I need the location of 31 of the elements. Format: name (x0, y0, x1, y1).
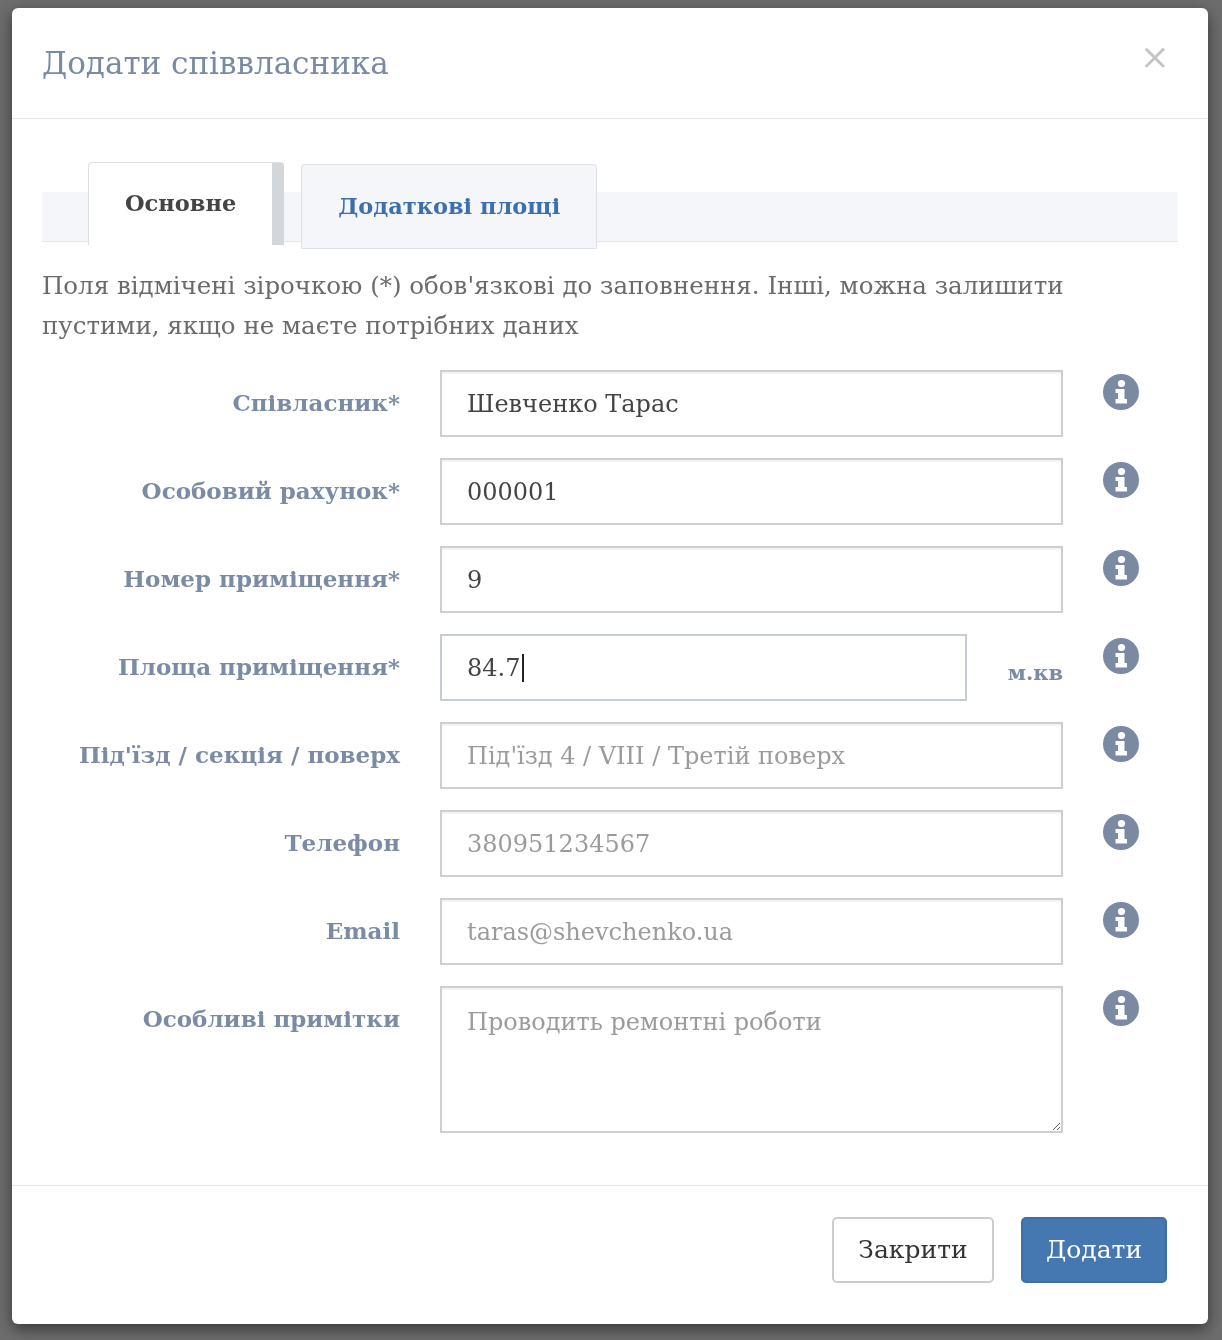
info-icon[interactable] (1103, 462, 1139, 498)
info-icon[interactable] (1103, 990, 1139, 1026)
field-label: Особовий рахунок* (141, 476, 400, 507)
required-fields-note: Поля відмічені зірочкою (*) обов'язкові до заповнення. Інші, можна залишити пустими, якщо не маєте потрібних даних (42, 270, 1065, 342)
field-label: Телефон (284, 828, 400, 859)
tab[interactable]: Додаткові площі (301, 164, 598, 249)
field-label: Співласник* (232, 388, 400, 419)
info-icon[interactable] (1103, 550, 1139, 586)
info-icon[interactable] (1103, 726, 1139, 762)
submit-button[interactable]: Додати (1021, 1217, 1167, 1283)
field-label: Особливі примітки (142, 1004, 400, 1035)
input-field[interactable]: Шевченко Тарас (440, 370, 1063, 437)
info-icon[interactable] (1103, 374, 1139, 410)
input-field[interactable]: Під'їзд 4 / VIII / Третій поверх (440, 722, 1063, 789)
input-field[interactable]: 9 (440, 546, 1063, 613)
info-icon[interactable] (1103, 902, 1139, 938)
field-label: Email (325, 916, 400, 947)
field-label: Площа приміщення* (118, 652, 400, 683)
notes-field[interactable]: Проводить ремонтні роботи (440, 986, 1063, 1133)
tab[interactable]: Основне (88, 162, 285, 245)
field-label: Під'їзд / секція / поверх (79, 740, 400, 771)
cancel-button[interactable]: Закрити (832, 1217, 994, 1283)
input-field[interactable]: 000001 (440, 458, 1063, 525)
dialog-title: Додати співвласника (42, 43, 389, 83)
unit-label: м.кв (1007, 658, 1063, 687)
info-icon[interactable] (1103, 638, 1139, 674)
input-field[interactable]: 84.7 (440, 634, 967, 701)
field-label: Номер приміщення* (123, 564, 400, 595)
input-field[interactable]: 380951234567 (440, 810, 1063, 877)
info-icon[interactable] (1103, 814, 1139, 850)
input-field[interactable]: taras@shevchenko.ua (440, 898, 1063, 965)
